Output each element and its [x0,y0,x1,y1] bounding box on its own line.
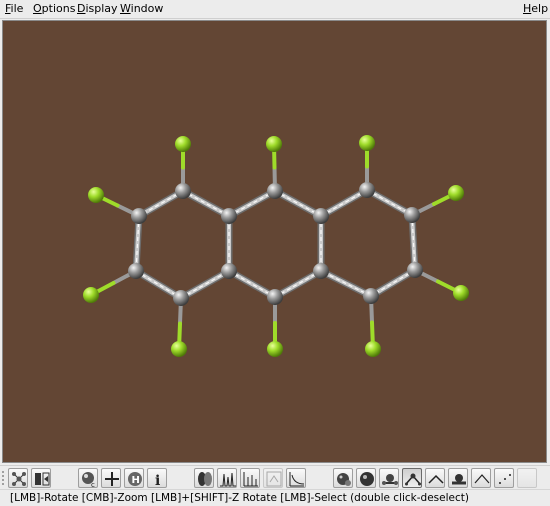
carbon-atom[interactable] [267,289,283,305]
carbon-atom[interactable] [267,183,283,199]
fluorine-atom[interactable] [365,341,381,357]
svg-text:H: H [132,475,140,486]
carbon-atom[interactable] [313,263,329,279]
hydrogen-icon: H [128,472,142,486]
coordinates-button[interactable] [263,468,283,488]
bar-graph-button[interactable] [240,468,260,488]
spectrum-button[interactable] [217,468,237,488]
toolbar-grip-icon[interactable] [1,469,5,487]
carbon-atom[interactable] [128,263,144,279]
bond-angle-button[interactable] [402,468,422,488]
blank-button[interactable] [517,468,537,488]
coordinates-icon [266,471,282,487]
carbon-atom[interactable] [173,290,189,306]
add-cross-icon [105,472,119,486]
carbon-atom[interactable] [131,208,147,224]
plot-button[interactable] [286,468,306,488]
menu-options[interactable]: Options [33,2,75,16]
carbon-atom[interactable] [313,208,329,224]
info-button[interactable]: i [147,468,167,488]
menu-window[interactable]: Window [120,2,163,16]
wireframe-button[interactable] [471,468,491,488]
angle-button[interactable] [425,468,445,488]
fluorine-atom[interactable] [88,187,104,203]
carbon-atom[interactable] [407,262,423,278]
menu-help[interactable]: Help [523,2,548,16]
carbon-atom[interactable] [359,182,375,198]
hydrogen-button[interactable]: H [124,468,144,488]
menu-bar: File Options Display Window Help [0,0,550,19]
sphere-model-button[interactable]: c [78,468,98,488]
ball-stick-button[interactable] [379,468,399,488]
menu-display[interactable]: Display [77,2,118,16]
orbital-button[interactable] [194,468,214,488]
status-bar: [LMB]-Rotate [CMB]-Zoom [LMB]+[SHIFT]-Z … [0,489,550,506]
svg-text:i: i [155,473,160,488]
molecule-viewport[interactable] [2,20,547,463]
ball-button[interactable] [356,468,376,488]
ball-stick-icon [382,474,398,485]
bond-angle-icon [405,473,421,486]
dots-button[interactable] [494,468,514,488]
status-text: [LMB]-Rotate [CMB]-Zoom [LMB]+[SHIFT]-Z … [10,492,469,504]
blank-icon [519,470,537,488]
add-cross-button[interactable] [101,468,121,488]
carbon-atom[interactable] [221,263,237,279]
spectrum-icon [220,472,236,487]
fluorine-atom[interactable] [171,341,187,357]
fluorine-atom[interactable] [83,287,99,303]
atom-sphere-button[interactable] [333,468,353,488]
svg-text:c: c [91,481,95,488]
split-view-button[interactable] [31,468,51,488]
split-view-icon [35,472,50,486]
molecule-view-button[interactable] [8,468,28,488]
plot-icon [289,472,305,487]
atom-sphere-icon [337,473,351,486]
fluorine-atom[interactable] [359,135,375,151]
carbon-atom[interactable] [175,183,191,199]
orbital-icon [198,472,212,486]
bar-graph-icon [243,472,258,487]
fluorine-atom[interactable] [267,341,283,357]
menu-file[interactable]: File [5,2,23,16]
carbon-atom[interactable] [404,207,420,223]
ball-icon [360,472,374,486]
fluorine-atom[interactable] [175,136,191,152]
carbon-atom[interactable] [363,288,379,304]
toolbar: c H i [0,465,550,490]
molecule-view-icon [12,472,26,486]
angle-icon [428,474,444,484]
tube-button[interactable] [448,468,468,488]
carbon-atom[interactable] [221,208,237,224]
fluorine-atom[interactable] [266,136,282,152]
fluorine-atom[interactable] [453,285,469,301]
wireframe-icon [474,474,490,484]
info-icon: i [155,473,160,488]
sphere-model-icon: c [82,472,95,488]
molecule-render [83,135,469,357]
fluorine-atom[interactable] [448,185,464,201]
tube-icon [452,474,466,485]
dots-icon [499,474,511,484]
